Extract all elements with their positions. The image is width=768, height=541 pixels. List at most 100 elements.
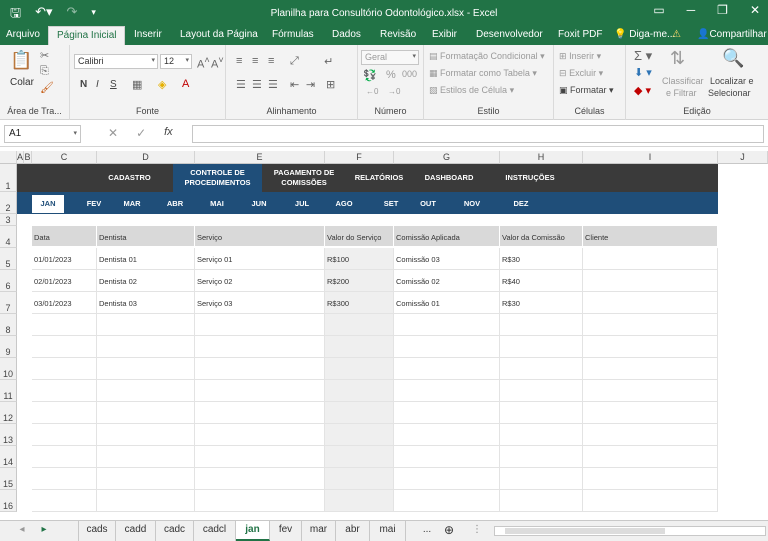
decrease-indent-icon[interactable]: ⇤ [290,78,299,91]
row-header[interactable]: 9 [0,336,17,358]
cell-servico[interactable] [195,424,325,446]
fill-color-icon[interactable]: ◈ [158,78,166,91]
tab-revisao[interactable]: Revisão [380,29,416,40]
cell-comissao-aplicada[interactable] [394,358,500,380]
cell-dentista[interactable] [97,380,195,402]
align-left-icon[interactable]: ☰ [236,78,246,91]
cell-comissao-aplicada[interactable] [394,314,500,336]
sheet-tab-cadcl[interactable]: cadcl [194,521,236,541]
cell-servico[interactable]: Serviço 01 [195,248,325,270]
sheet-tab-mai[interactable]: mai [370,521,406,541]
sort-filter-button[interactable]: Classificar [662,76,704,86]
row-header[interactable]: 1 [0,164,17,192]
cell-valor-comissao[interactable] [500,402,583,424]
sheet-tab-cadc[interactable]: cadc [156,521,194,541]
warning-icon[interactable]: ⚠ [672,29,681,40]
align-right-icon[interactable]: ☰ [268,78,278,91]
cell-valor-servico[interactable] [325,424,394,446]
header-servico[interactable]: Serviço [195,226,325,246]
format-as-table-button[interactable]: ▦ Formatar como Tabela ▾ [429,68,537,79]
month-out[interactable]: OUT [415,195,441,213]
add-sheet-icon[interactable]: ⊕ [440,521,458,541]
month-mar[interactable]: MAR [119,195,145,213]
col-header[interactable]: I [583,151,718,164]
select-all-corner[interactable] [0,151,17,164]
increase-indent-icon[interactable]: ⇥ [306,78,315,91]
cell-cliente[interactable] [583,358,718,380]
row-header[interactable]: 5 [0,248,17,270]
cell-servico[interactable] [195,402,325,424]
row-header[interactable]: 8 [0,314,17,336]
restore-icon[interactable]: ❐ [717,3,728,17]
cell-servico[interactable] [195,336,325,358]
format-cells-button[interactable]: ▣ Formatar ▾ [559,85,614,96]
cell-data[interactable] [32,358,97,380]
month-abr[interactable]: ABR [162,195,188,213]
header-data[interactable]: Data [32,226,97,246]
sheet-tab-jan[interactable]: jan [236,521,270,541]
cell-cliente[interactable] [583,314,718,336]
header-dentista[interactable]: Dentista [97,226,195,246]
cell-servico[interactable] [195,358,325,380]
cell-data[interactable] [32,402,97,424]
cell-comissao-aplicada[interactable] [394,424,500,446]
row-header[interactable]: 13 [0,424,17,446]
orientation-icon[interactable]: ⤢ [290,55,299,68]
nav-dashboard[interactable]: DASHBOARD [416,164,482,192]
sheet-tab-fev[interactable]: fev [270,521,302,541]
autosum-icon[interactable]: Σ ▾ [634,48,652,64]
nav-cadastro[interactable]: CADASTRO [92,164,167,192]
cell-dentista[interactable]: Dentista 02 [97,270,195,292]
row-header[interactable]: 7 [0,292,17,314]
cell-data[interactable]: 02/01/2023 [32,270,97,292]
row-header[interactable]: 3 [0,214,17,226]
cell-valor-servico[interactable]: R$300 [325,292,394,314]
delete-cells-button[interactable]: ⊟ Excluir ▾ [559,68,603,79]
sheet-tab-mar[interactable]: mar [302,521,336,541]
align-middle-icon[interactable]: ≡ [252,55,258,67]
cell-comissao-aplicada[interactable] [394,402,500,424]
cell-comissao-aplicada[interactable] [394,380,500,402]
merge-center-icon[interactable]: ⊞ [326,78,335,91]
sheet-tab-cads[interactable]: cads [78,521,116,541]
cell-comissao-aplicada[interactable] [394,336,500,358]
align-bottom-icon[interactable]: ≡ [268,55,274,67]
col-header[interactable]: H [500,151,583,164]
cell-dentista[interactable] [97,468,195,490]
cell-valor-comissao[interactable]: R$30 [500,248,583,270]
header-cliente[interactable]: Cliente [583,226,718,246]
align-top-icon[interactable]: ≡ [236,55,242,67]
font-name-select[interactable]: Calibri ▾ [74,54,158,69]
increase-decimal-icon[interactable]: ←0 [366,87,378,96]
cell-data[interactable] [32,490,97,512]
cell-comissao-aplicada[interactable]: Comissão 02 [394,270,500,292]
cell-servico[interactable] [195,314,325,336]
cell-data[interactable] [32,380,97,402]
cell-data[interactable] [32,424,97,446]
cell-dentista[interactable] [97,490,195,512]
accounting-format-icon[interactable]: 💱 [363,69,377,82]
nav-pagamento-de-comissoes[interactable]: PAGAMENTO DE COMISSÕES [262,164,346,192]
percent-icon[interactable]: % [386,69,396,81]
cell-data[interactable]: 01/01/2023 [32,248,97,270]
col-header[interactable]: D [97,151,195,164]
more-sheets-button[interactable]: ... [414,521,440,541]
cell-cliente[interactable] [583,336,718,358]
fill-icon[interactable]: ⬇ ▾ [634,66,652,79]
header-valor-comissao[interactable]: Valor da Comissão [500,226,583,246]
cell-dentista[interactable]: Dentista 01 [97,248,195,270]
header-comissao-aplicada[interactable]: Comissão Aplicada [394,226,500,246]
month-set[interactable]: SET [378,195,404,213]
cell-cliente[interactable] [583,468,718,490]
cut-icon[interactable]: ✂ [40,49,49,62]
underline-button[interactable]: S [110,79,117,90]
cell-data[interactable] [32,336,97,358]
col-header[interactable]: C [32,151,97,164]
month-jul[interactable]: JUL [289,195,315,213]
worksheet[interactable]: CADASTRO CONTROLE DE PROCEDIMENTOS PAGAM… [17,164,768,520]
row-header[interactable]: 2 [0,192,17,214]
cell-data[interactable]: 03/01/2023 [32,292,97,314]
cell-valor-servico[interactable]: R$200 [325,270,394,292]
cell-valor-comissao[interactable] [500,336,583,358]
cell-valor-servico[interactable] [325,358,394,380]
